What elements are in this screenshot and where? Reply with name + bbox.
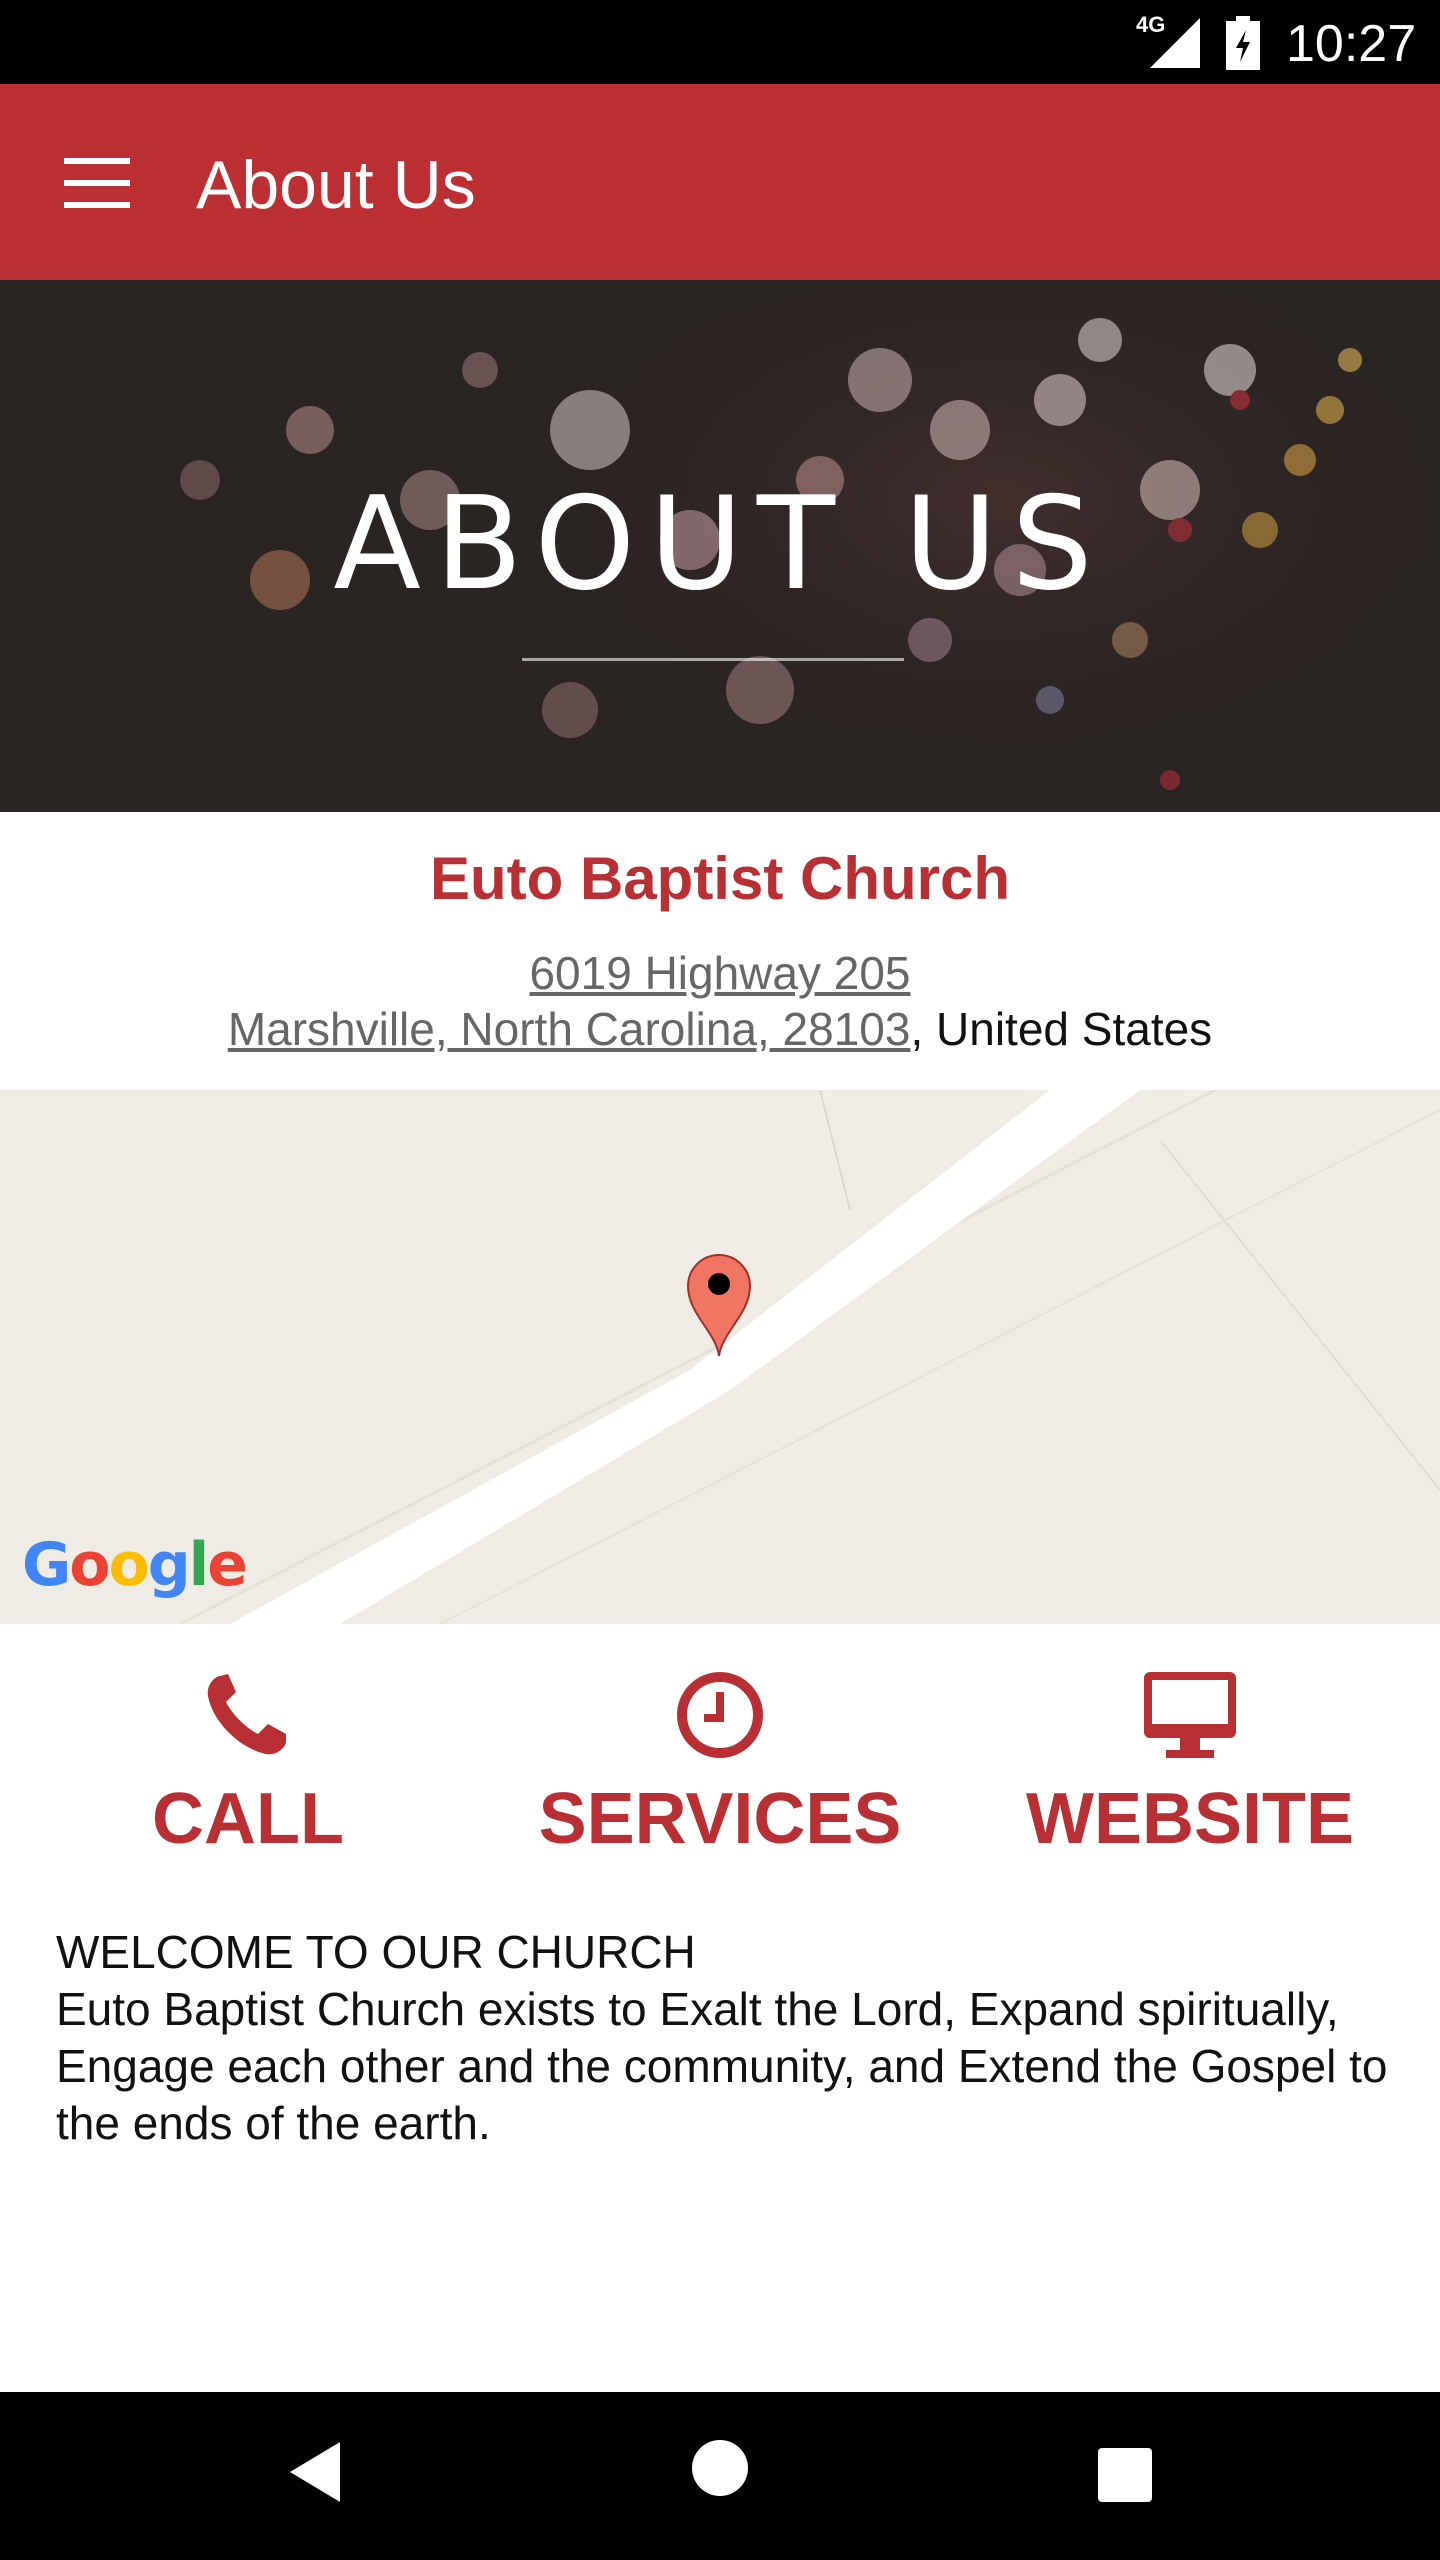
address-line1-link[interactable]: 6019 Highway 205	[0, 946, 1440, 1000]
system-nav-bar	[0, 2392, 1440, 2560]
battery-icon	[1226, 16, 1260, 70]
hero-title: ABOUT US	[333, 470, 1107, 619]
map-pin-icon[interactable]	[686, 1252, 752, 1358]
welcome-body: Euto Baptist Church exists to Exalt the …	[56, 1983, 1388, 2149]
google-logo: Google	[22, 1530, 248, 1600]
monitor-icon	[1144, 1672, 1236, 1758]
welcome-heading: WELCOME TO OUR CHURCH	[56, 1926, 696, 1978]
map-view[interactable]: Google	[0, 1090, 1440, 1624]
call-label: CALL	[152, 1779, 344, 1859]
services-button[interactable]: SERVICES	[510, 1670, 930, 1860]
page-title: About Us	[196, 147, 476, 223]
church-name: Euto Baptist Church	[430, 845, 1010, 912]
phone-icon	[207, 1674, 286, 1755]
action-buttons: CALL SERVICES WEBSITE	[0, 1624, 1440, 1890]
status-bar: 4G 10:27	[0, 0, 1440, 84]
clock-icon	[677, 1672, 763, 1758]
app-bar: About Us	[0, 84, 1440, 280]
hero-banner: ABOUT US	[0, 280, 1440, 812]
call-button[interactable]: CALL	[38, 1670, 458, 1860]
recent-apps-icon[interactable]	[1098, 2448, 1152, 2502]
services-label: SERVICES	[538, 1779, 902, 1859]
website-label: WEBSITE	[1025, 1779, 1354, 1859]
church-info: Euto Baptist Church 6019 Highway 205 Mar…	[0, 812, 1440, 1090]
home-icon[interactable]	[692, 2440, 748, 2496]
network-type: 4G	[1136, 12, 1166, 37]
address-country: , United States	[910, 1003, 1213, 1055]
welcome-section: WELCOME TO OUR CHURCH Euto Baptist Churc…	[56, 1924, 1396, 2152]
address-line2: Marshville, North Carolina, 28103, Unite…	[0, 1002, 1440, 1056]
website-button[interactable]: WEBSITE	[980, 1670, 1400, 1860]
clock-time: 10:27	[1286, 15, 1417, 73]
hero-divider	[522, 658, 904, 661]
hamburger-menu-icon[interactable]	[64, 158, 130, 208]
address-city-link[interactable]: Marshville, North Carolina, 28103	[228, 1003, 911, 1055]
back-icon[interactable]	[288, 2440, 344, 2504]
